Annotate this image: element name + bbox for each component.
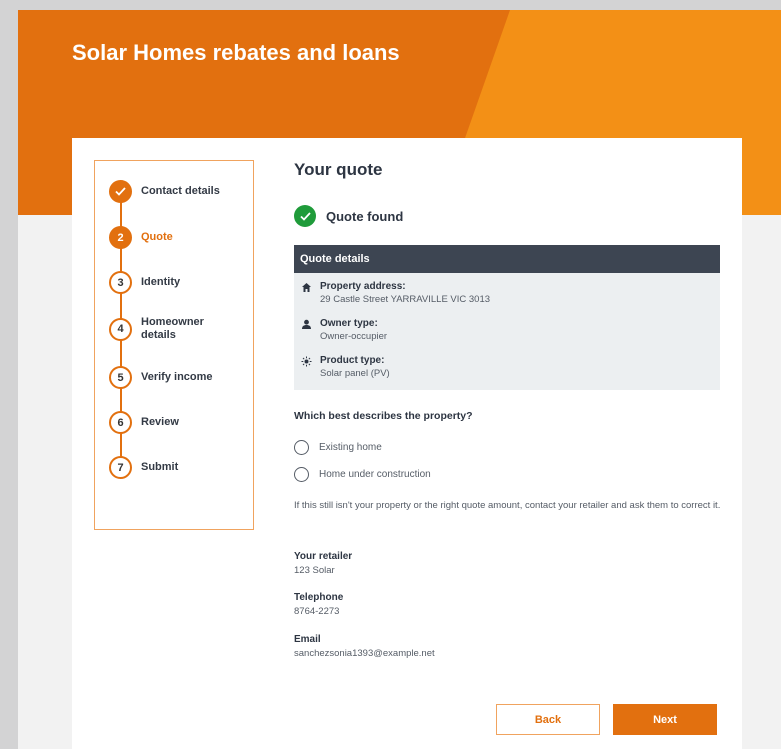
- step-homeowner-details[interactable]: 4 Homeowner details: [109, 316, 236, 342]
- retailer-label: Your retailer: [294, 551, 353, 562]
- step-number: 6: [109, 411, 132, 434]
- step-label: Submit: [141, 461, 179, 473]
- telephone-value: 8764-2273: [294, 606, 340, 617]
- step-contact-details[interactable]: Contact details: [109, 180, 236, 203]
- check-circle-icon: [294, 205, 316, 227]
- option-existing-home[interactable]: Existing home: [294, 440, 382, 455]
- owner-type-value: Owner-occupier: [320, 331, 388, 342]
- step-label: Identity: [141, 276, 181, 288]
- radio-button[interactable]: [294, 467, 309, 482]
- option-home-under-construction[interactable]: Home under construction: [294, 467, 431, 482]
- step-number: 5: [109, 366, 132, 389]
- back-button[interactable]: Back: [496, 704, 600, 735]
- product-type-value: Solar panel (PV): [320, 368, 390, 379]
- step-verify-income[interactable]: 5 Verify income: [109, 366, 236, 389]
- radio-label[interactable]: Home under construction: [319, 469, 431, 480]
- property-address-label: Property address:: [320, 281, 406, 292]
- step-label: Quote: [141, 231, 173, 243]
- step-quote[interactable]: 2 Quote: [109, 226, 236, 249]
- owner-type-item: Owner type: Owner-occupier: [300, 318, 387, 343]
- section-title: Your quote: [294, 160, 383, 179]
- step-label: Verify income: [141, 371, 213, 383]
- email-label: Email: [294, 634, 321, 645]
- step-submit[interactable]: 7 Submit: [109, 456, 236, 479]
- quote-details-panel: Quote details Property address: 29 Castl…: [294, 245, 720, 390]
- help-note: If this still isn't your property or the…: [294, 500, 721, 511]
- page-title: Solar Homes rebates and loans: [72, 40, 400, 65]
- radio-label[interactable]: Existing home: [319, 442, 382, 453]
- product-type-label: Product type:: [320, 355, 385, 366]
- step-label: Review: [141, 416, 179, 428]
- check-icon: [109, 180, 132, 203]
- sun-icon: [300, 356, 312, 368]
- step-number: 3: [109, 271, 132, 294]
- step-label: Homeowner details: [141, 316, 204, 341]
- property-address-value: 29 Castle Street YARRAVILLE VIC 3013: [320, 294, 491, 305]
- step-number: 4: [109, 317, 132, 341]
- form-card: Contact details 2 Quote 3 Identity 4 Hom…: [72, 138, 742, 749]
- page: Solar Homes rebates and loans Contact de…: [18, 10, 781, 749]
- progress-stepper: Contact details 2 Quote 3 Identity 4 Hom…: [94, 160, 254, 530]
- email-info: Email sanchezsonia1393@example.net: [294, 633, 435, 661]
- telephone-info: Telephone 8764-2273: [294, 591, 343, 619]
- next-button[interactable]: Next: [613, 704, 717, 735]
- quote-found-status: Quote found: [294, 205, 403, 227]
- person-icon: [300, 319, 312, 331]
- status-text: Quote found: [326, 208, 404, 224]
- retailer-info: Your retailer 123 Solar: [294, 550, 352, 578]
- step-label: Contact details: [141, 185, 220, 197]
- property-address-item: Property address: 29 Castle Street YARRA…: [300, 281, 490, 306]
- property-question: Which best describes the property?: [294, 410, 473, 422]
- step-identity[interactable]: 3 Identity: [109, 271, 236, 294]
- step-number: 2: [109, 226, 132, 249]
- main-content: Your quote Quote found Quote details Pro…: [294, 160, 724, 659]
- step-review[interactable]: 6 Review: [109, 411, 236, 434]
- email-value: sanchezsonia1393@example.net: [294, 648, 435, 659]
- quote-details-heading: Quote details: [294, 245, 720, 273]
- home-icon: [300, 282, 312, 294]
- step-number: 7: [109, 456, 132, 479]
- product-type-item: Product type: Solar panel (PV): [300, 355, 390, 380]
- radio-button[interactable]: [294, 440, 309, 455]
- owner-type-label: Owner type:: [320, 318, 378, 329]
- retailer-value: 123 Solar: [294, 565, 335, 576]
- telephone-label: Telephone: [294, 592, 344, 603]
